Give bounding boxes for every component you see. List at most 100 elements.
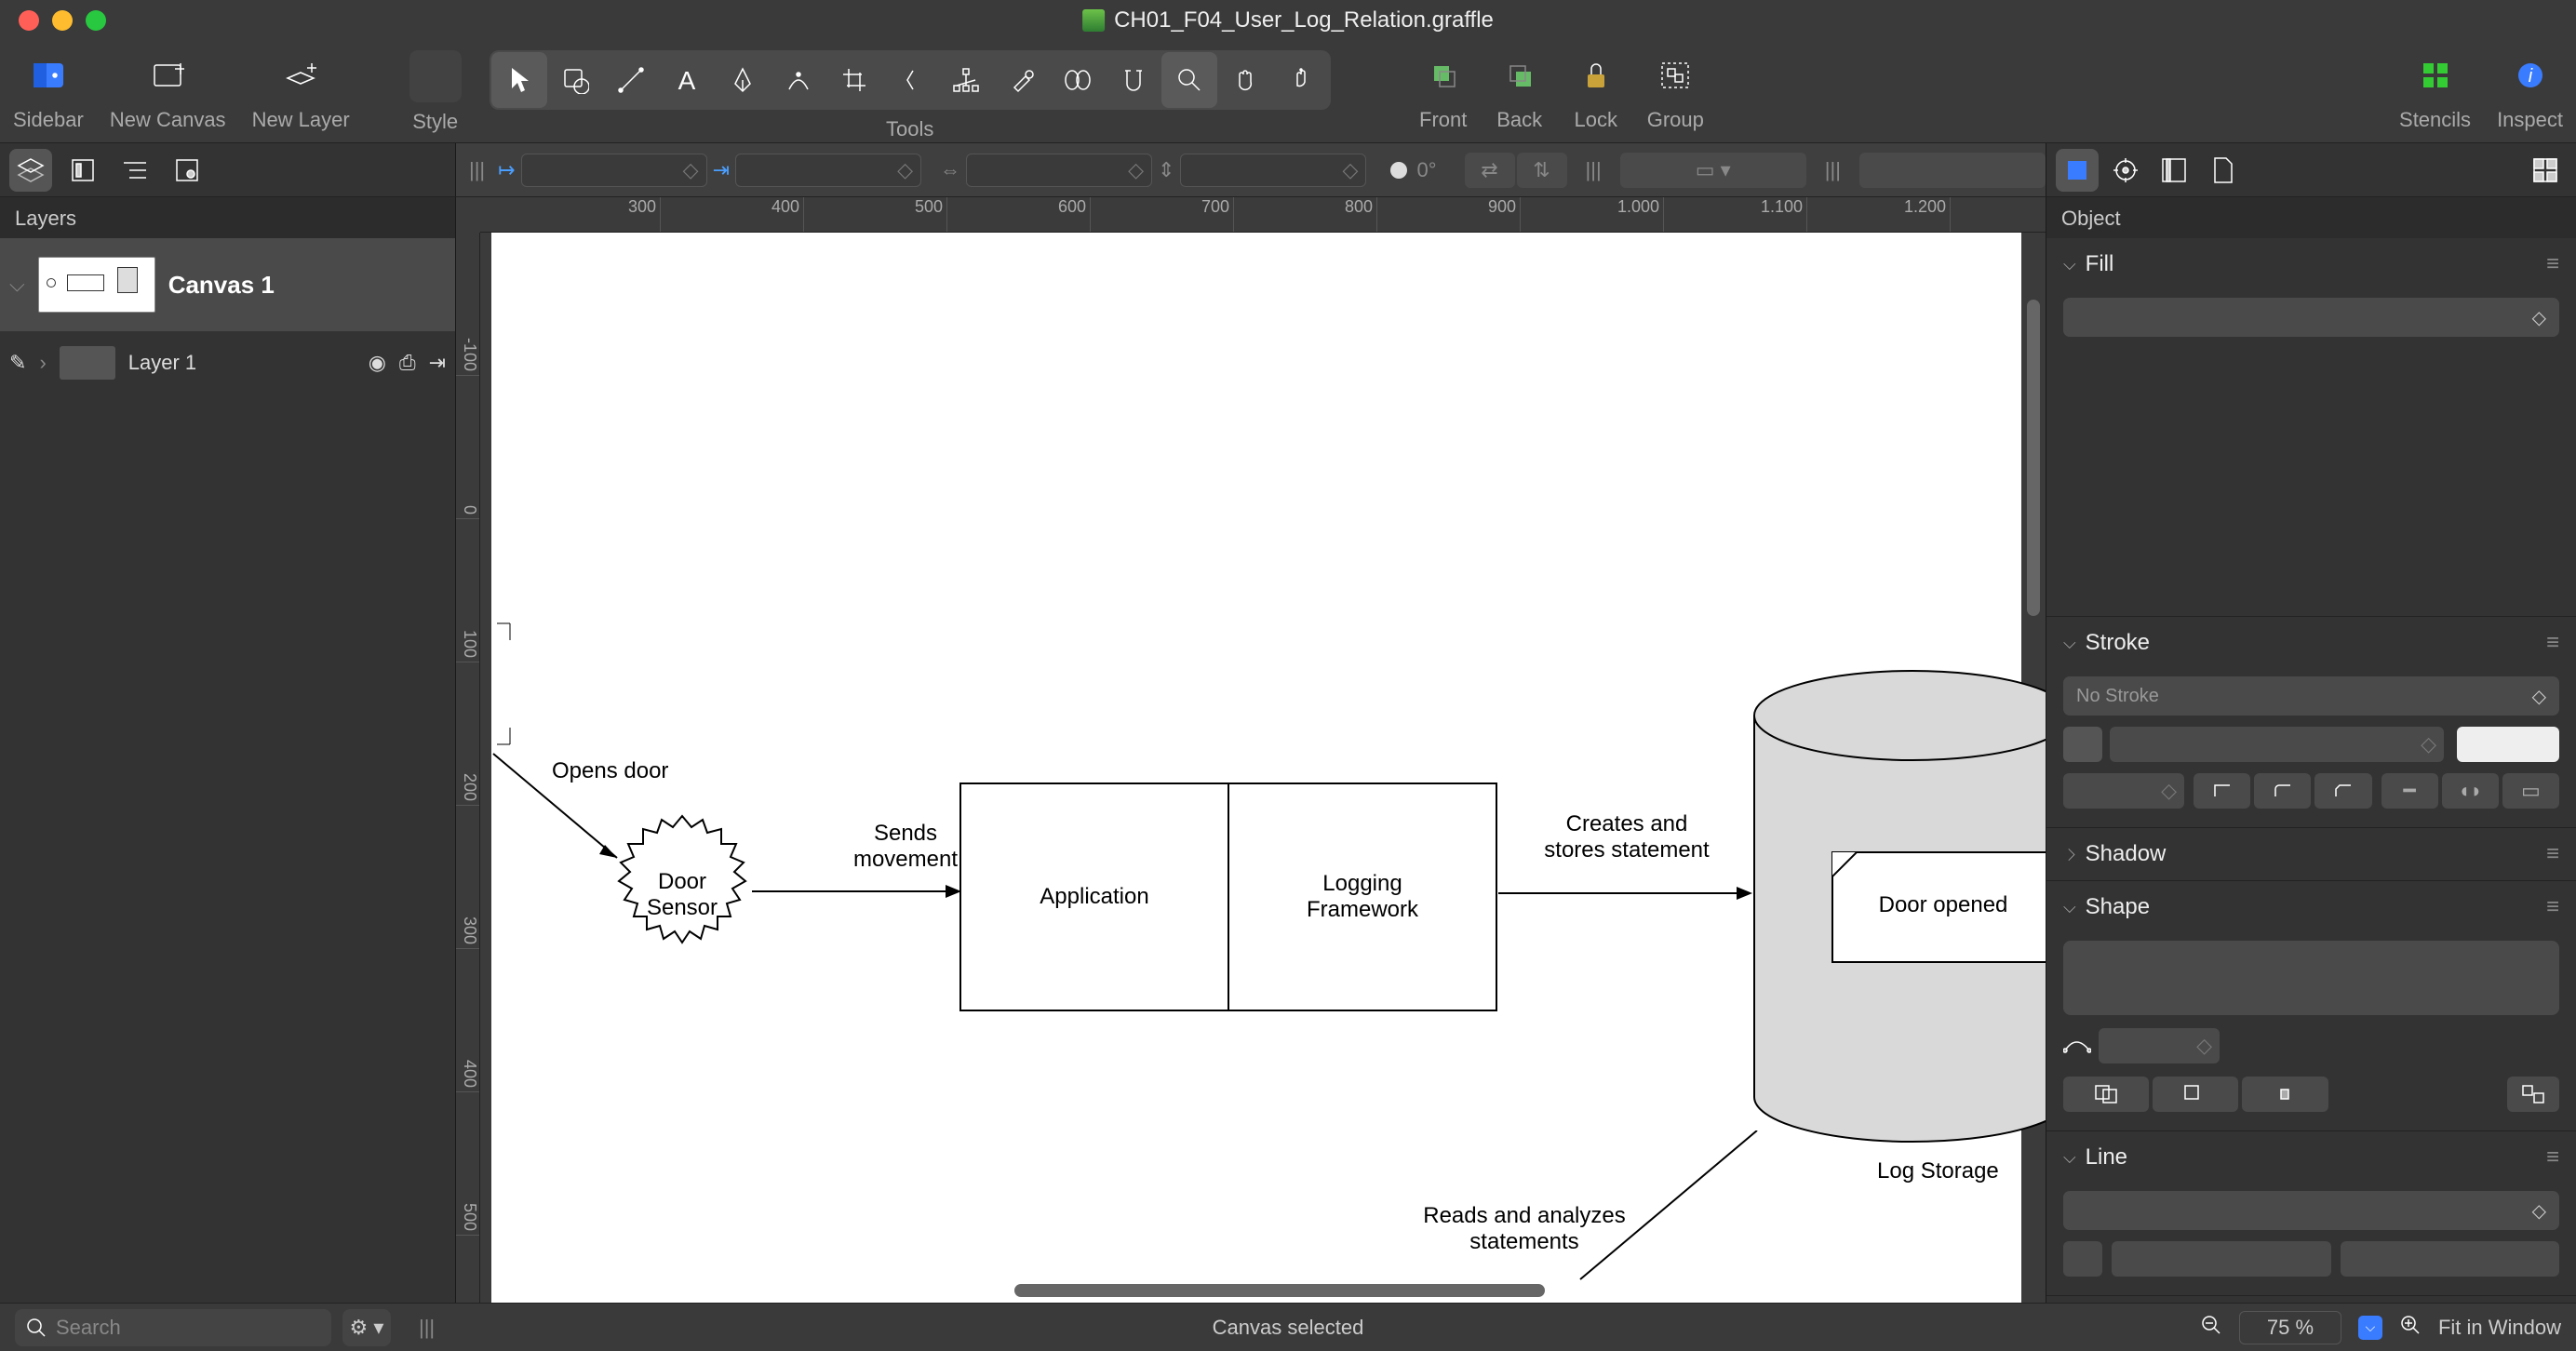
rubber-stamp-tool[interactable] — [882, 52, 938, 108]
inspect-button[interactable]: i — [2505, 50, 2556, 100]
shape-tool[interactable] — [547, 52, 603, 108]
point-tool[interactable] — [1273, 52, 1329, 108]
zoom-in-button[interactable] — [2399, 1314, 2422, 1342]
combine-subtract-button[interactable] — [2153, 1077, 2238, 1112]
line-head-dropdown[interactable] — [2341, 1241, 2560, 1277]
hand-tool[interactable] — [1217, 52, 1273, 108]
canvases-mode-tab[interactable] — [61, 149, 104, 192]
rotation-dial[interactable] — [1390, 162, 1407, 179]
zoom-dropdown-button[interactable]: ⌵ — [2358, 1316, 2382, 1340]
arrow-opens-door[interactable] — [491, 735, 659, 884]
x-position-field[interactable]: ◇ — [521, 154, 707, 187]
stroke-width-stepper[interactable] — [2457, 727, 2559, 762]
corner-bevel-button[interactable] — [2314, 773, 2371, 809]
bring-to-front-button[interactable] — [1418, 50, 1469, 100]
corner-round-button[interactable] — [2254, 773, 2311, 809]
menu-icon[interactable]: ≡ — [2546, 841, 2559, 867]
guides-h-icon[interactable]: ||| — [469, 158, 485, 182]
line-tail-dropdown[interactable] — [2112, 1241, 2331, 1277]
vertical-scrollbar[interactable] — [2027, 300, 2040, 616]
aspect-lock-button[interactable]: ▭ ▾ — [1620, 153, 1806, 188]
pen-tool[interactable] — [715, 52, 771, 108]
shadow-header[interactable]: ⌵Shadow≡ — [2046, 828, 2576, 880]
combine-intersect-button[interactable] — [2242, 1077, 2328, 1112]
object-inspector-tab[interactable] — [2056, 149, 2099, 192]
horizontal-ruler[interactable]: 300 400 500 600 700 800 900 1.000 1.100 … — [480, 197, 2046, 233]
handle-icon[interactable]: ||| — [419, 1316, 435, 1340]
crop-tool[interactable] — [826, 52, 882, 108]
cap-round-button[interactable]: ◖◗ — [2442, 773, 2499, 809]
chevron-right-icon[interactable]: › — [39, 351, 46, 375]
menu-icon[interactable]: ≡ — [2546, 630, 2559, 656]
y-position-field[interactable]: ◇ — [735, 154, 921, 187]
stroke-header[interactable]: ⌵Stroke≡ — [2046, 617, 2576, 669]
combine-union-button[interactable] — [2063, 1077, 2149, 1112]
toggle-guides-button[interactable] — [1859, 153, 2046, 188]
menu-icon[interactable]: ≡ — [2546, 894, 2559, 920]
toggle-sidebar-button[interactable] — [23, 50, 74, 100]
canvas-row[interactable]: ⌵ Canvas 1 — [0, 238, 455, 331]
zoom-tool[interactable] — [1161, 52, 1217, 108]
fill-type-dropdown[interactable]: ◇ — [2063, 298, 2559, 337]
shape-header[interactable]: ⌵Shape≡ — [2046, 881, 2576, 933]
maximize-window-button[interactable] — [86, 10, 106, 31]
pencil-icon[interactable]: ✎ — [9, 351, 26, 375]
width-field[interactable]: ◇ — [966, 154, 1152, 187]
shape-application[interactable]: Application — [959, 783, 1229, 1011]
chevron-down-icon[interactable]: ⌵ — [9, 273, 25, 297]
stroke-type-dropdown[interactable]: No Stroke◇ — [2063, 676, 2559, 716]
points-dropdown[interactable]: ◇ — [2099, 1028, 2220, 1063]
stencils-button[interactable] — [2410, 50, 2461, 100]
flip-h-button[interactable]: ⇄ — [1465, 153, 1515, 188]
cap-butt-button[interactable]: ━ — [2381, 773, 2438, 809]
canvas-area[interactable]: 300 400 500 600 700 800 900 1.000 1.100 … — [456, 197, 2046, 1303]
layer-row[interactable]: ✎ › Layer 1 ◉ ⎙ ⇥ — [0, 331, 455, 395]
shape-note[interactable]: Door opened — [1831, 851, 2046, 963]
corner-miter-button[interactable] — [2194, 773, 2250, 809]
arrow-creates-stores[interactable] — [1498, 884, 1759, 903]
close-window-button[interactable] — [19, 10, 39, 31]
arrow-sends-movement[interactable] — [752, 882, 966, 901]
fit-in-window-button[interactable]: Fit in Window — [2438, 1316, 2561, 1340]
new-layer-button[interactable] — [275, 50, 326, 100]
zoom-level-field[interactable]: 75 % — [2239, 1311, 2341, 1344]
combine-separate-button[interactable] — [2507, 1077, 2559, 1112]
expand-inspector-button[interactable] — [2524, 149, 2567, 192]
line-type-dropdown[interactable]: ◇ — [2063, 1191, 2559, 1230]
line-tool[interactable] — [603, 52, 659, 108]
flip-v-button[interactable]: ⇅ — [1517, 153, 1567, 188]
print-icon[interactable]: ⎙ — [399, 351, 416, 375]
magnet-tool[interactable] — [1106, 52, 1161, 108]
document-inspector-tab[interactable] — [2201, 149, 2244, 192]
vertical-ruler[interactable]: -100 0 100 200 300 400 500 600 — [456, 233, 480, 1303]
horizontal-scrollbar[interactable] — [1014, 1284, 1545, 1297]
dash-dropdown[interactable]: ◇ — [2063, 773, 2184, 809]
menu-icon[interactable]: ≡ — [2546, 1144, 2559, 1170]
new-canvas-button[interactable] — [142, 50, 193, 100]
fill-header[interactable]: ⌵Fill≡ — [2046, 238, 2576, 290]
arrow-reads-analyzes[interactable] — [1571, 1130, 1776, 1289]
shape-logging-framework[interactable]: Logging Framework — [1228, 783, 1497, 1011]
style-well[interactable] — [409, 50, 462, 102]
layers-mode-tab[interactable] — [9, 149, 52, 192]
line-header[interactable]: ⌵Line≡ — [2046, 1131, 2576, 1184]
search-input[interactable]: Search — [15, 1309, 331, 1346]
menu-icon[interactable]: ≡ — [2546, 251, 2559, 277]
group-button[interactable] — [1650, 50, 1700, 100]
lock-icon[interactable]: ⇥ — [429, 351, 446, 375]
minimize-window-button[interactable] — [52, 10, 73, 31]
selection-mode-tab[interactable] — [166, 149, 208, 192]
zoom-out-button[interactable] — [2200, 1314, 2222, 1342]
visibility-icon[interactable]: ◉ — [369, 351, 386, 375]
diagram-tool[interactable] — [938, 52, 994, 108]
canvas-inspector-tab[interactable] — [2153, 149, 2195, 192]
lock-button[interactable] — [1571, 50, 1621, 100]
outline-mode-tab[interactable] — [114, 149, 156, 192]
height-field[interactable]: ◇ — [1180, 154, 1366, 187]
line-start-swatch[interactable] — [2063, 1241, 2102, 1277]
connect-tool[interactable] — [1050, 52, 1106, 108]
style-brush-tool[interactable] — [994, 52, 1050, 108]
cap-square-button[interactable]: ▭ — [2502, 773, 2559, 809]
shape-picker[interactable] — [2063, 941, 2559, 1015]
stroke-color-swatch[interactable] — [2063, 727, 2102, 762]
